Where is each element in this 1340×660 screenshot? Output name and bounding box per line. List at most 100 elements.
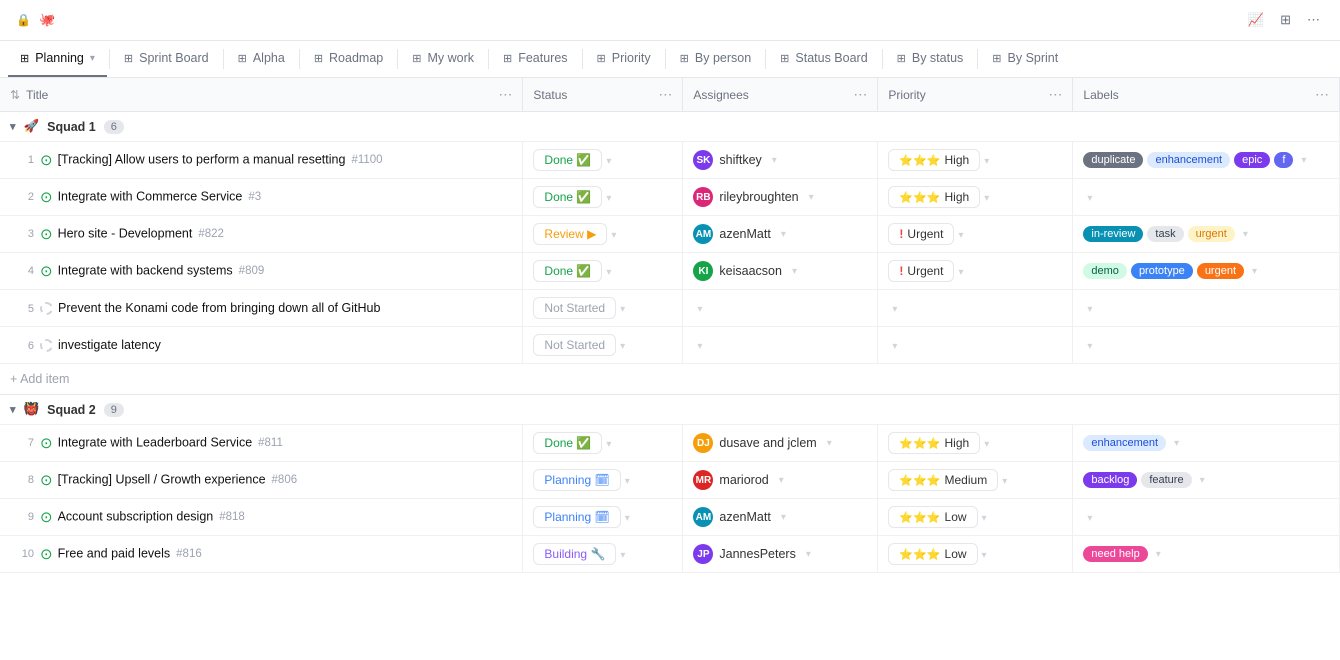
tab-features[interactable]: ⊞ Features — [491, 41, 580, 77]
row-title[interactable]: Free and paid levels — [58, 546, 171, 560]
status-badge[interactable]: Done ✅ — [533, 260, 602, 282]
tab-by-person[interactable]: ⊞ By person — [668, 41, 764, 77]
status-cell: Review ▶ ▾ — [523, 216, 683, 253]
labels-arrow[interactable]: ▾ — [1252, 266, 1257, 277]
priority-badge[interactable]: ⭐⭐⭐ Medium — [888, 469, 998, 491]
assignee-arrow[interactable]: ▾ — [806, 549, 811, 560]
labels-cell: demoprototypeurgent▾ — [1073, 253, 1340, 290]
col-priority-more[interactable]: ⋯ — [1048, 86, 1062, 103]
assignee-arrow[interactable]: ▾ — [779, 475, 784, 486]
more-icon[interactable]: ⋯ — [1303, 8, 1324, 32]
assignee-arrow[interactable]: ▾ — [697, 304, 702, 315]
labels-arrow[interactable]: ▾ — [1174, 438, 1179, 449]
row-title[interactable]: Account subscription design — [58, 509, 214, 523]
label-badge: f — [1274, 152, 1293, 168]
status-arrow[interactable]: ▾ — [611, 230, 616, 241]
chart-icon[interactable]: 📈 — [1244, 8, 1268, 32]
priority-arrow[interactable]: ▾ — [892, 304, 897, 315]
priority-arrow[interactable]: ▾ — [958, 230, 963, 241]
row-title[interactable]: [Tracking] Allow users to perform a manu… — [58, 152, 346, 166]
tab-priority[interactable]: ⊞ Priority — [585, 41, 663, 77]
status-badge[interactable]: Not Started — [533, 297, 616, 319]
status-badge[interactable]: Building 🔧 — [533, 543, 616, 565]
tab-status-board[interactable]: ⊞ Status Board — [768, 41, 879, 77]
row-done-icon: ⊙ — [40, 225, 53, 243]
tab-by-sprint[interactable]: ⊞ By Sprint — [980, 41, 1070, 77]
col-status-more[interactable]: ⋯ — [658, 86, 672, 103]
assignee-arrow[interactable]: ▾ — [781, 229, 786, 240]
status-arrow[interactable]: ▾ — [620, 341, 625, 352]
assignee-arrow[interactable]: ▾ — [781, 512, 786, 523]
tab-alpha[interactable]: ⊞ Alpha — [226, 41, 297, 77]
labels-arrow[interactable]: ▾ — [1087, 513, 1092, 524]
priority-badge[interactable]: ⭐⭐⭐ Low — [888, 506, 977, 528]
tab-sprint-board[interactable]: ⊞ Sprint Board — [112, 41, 221, 77]
row-title[interactable]: [Tracking] Upsell / Growth experience — [58, 472, 266, 486]
status-badge[interactable]: Not Started — [533, 334, 616, 356]
priority-badge[interactable]: ! Urgent — [888, 223, 954, 245]
tab-my-work[interactable]: ⊞ My work — [400, 41, 486, 77]
row-title[interactable]: Integrate with Commerce Service — [58, 189, 243, 203]
row-title[interactable]: investigate latency — [58, 338, 161, 352]
add-item-row[interactable]: + Add item — [0, 364, 1340, 395]
row-title[interactable]: Prevent the Konami code from bringing do… — [58, 301, 380, 315]
labels-arrow[interactable]: ▾ — [1243, 229, 1248, 240]
tab-planning-arrow[interactable]: ▾ — [90, 53, 95, 64]
status-arrow[interactable]: ▾ — [606, 156, 611, 167]
labels-arrow[interactable]: ▾ — [1156, 549, 1161, 560]
priority-arrow[interactable]: ▾ — [984, 156, 989, 167]
labels-arrow[interactable]: ▾ — [1200, 475, 1205, 486]
status-arrow[interactable]: ▾ — [606, 193, 611, 204]
tab-roadmap[interactable]: ⊞ Roadmap — [302, 41, 395, 77]
status-badge[interactable]: Done ✅ — [533, 432, 602, 454]
labels-arrow[interactable]: ▾ — [1301, 155, 1306, 166]
priority-arrow[interactable]: ▾ — [892, 341, 897, 352]
filter-icon[interactable]: ⇅ — [10, 88, 20, 102]
tab-by-status[interactable]: ⊞ By status — [885, 41, 976, 77]
row-title[interactable]: Integrate with Leaderboard Service — [58, 435, 253, 449]
status-badge[interactable]: Review ▶ — [533, 223, 607, 245]
col-labels-more[interactable]: ⋯ — [1315, 86, 1329, 103]
col-title-more[interactable]: ⋯ — [498, 86, 512, 103]
assignee-arrow[interactable]: ▾ — [827, 438, 832, 449]
status-arrow[interactable]: ▾ — [620, 550, 625, 561]
assignee-arrow[interactable]: ▾ — [772, 155, 777, 166]
priority-badge[interactable]: ⭐⭐⭐ High — [888, 186, 980, 208]
assignee-arrow[interactable]: ▾ — [697, 341, 702, 352]
labels-arrow[interactable]: ▾ — [1087, 193, 1092, 204]
priority-arrow[interactable]: ▾ — [982, 550, 987, 561]
status-badge[interactable]: Planning 🗓 — [533, 506, 620, 528]
status-arrow[interactable]: ▾ — [625, 513, 630, 524]
priority-badge[interactable]: ⭐⭐⭐ High — [888, 149, 980, 171]
status-badge[interactable]: Planning 🗓 — [533, 469, 620, 491]
group-chevron[interactable]: ▾ — [10, 403, 16, 416]
priority-arrow[interactable]: ▾ — [958, 267, 963, 278]
priority-badge[interactable]: ⭐⭐⭐ High — [888, 432, 980, 454]
status-arrow[interactable]: ▾ — [620, 304, 625, 315]
labels-arrow[interactable]: ▾ — [1087, 341, 1092, 352]
layout-icon[interactable]: ⊞ — [1276, 8, 1295, 32]
tab-planning[interactable]: ⊞ Planning ▾ — [8, 41, 107, 77]
add-item-cell[interactable]: + Add item — [0, 364, 1340, 395]
status-badge[interactable]: Done ✅ — [533, 186, 602, 208]
group-row: ▾ 🚀 Squad 1 6 — [0, 112, 1340, 142]
status-arrow[interactable]: ▾ — [606, 439, 611, 450]
priority-arrow[interactable]: ▾ — [1002, 476, 1007, 487]
add-item-label[interactable]: + Add item — [10, 372, 69, 386]
status-badge[interactable]: Done ✅ — [533, 149, 602, 171]
priority-arrow[interactable]: ▾ — [984, 439, 989, 450]
assignee-inner: JP JannesPeters ▾ — [693, 544, 867, 564]
priority-arrow[interactable]: ▾ — [984, 193, 989, 204]
group-chevron[interactable]: ▾ — [10, 120, 16, 133]
labels-arrow[interactable]: ▾ — [1087, 304, 1092, 315]
priority-badge[interactable]: ! Urgent — [888, 260, 954, 282]
assignee-arrow[interactable]: ▾ — [809, 192, 814, 203]
status-arrow[interactable]: ▾ — [625, 476, 630, 487]
col-assignees-more[interactable]: ⋯ — [853, 86, 867, 103]
priority-arrow[interactable]: ▾ — [982, 513, 987, 524]
assignee-arrow[interactable]: ▾ — [792, 266, 797, 277]
priority-badge[interactable]: ⭐⭐⭐ Low — [888, 543, 977, 565]
status-arrow[interactable]: ▾ — [606, 267, 611, 278]
row-title[interactable]: Integrate with backend systems — [58, 263, 233, 277]
row-title[interactable]: Hero site - Development — [58, 226, 193, 240]
